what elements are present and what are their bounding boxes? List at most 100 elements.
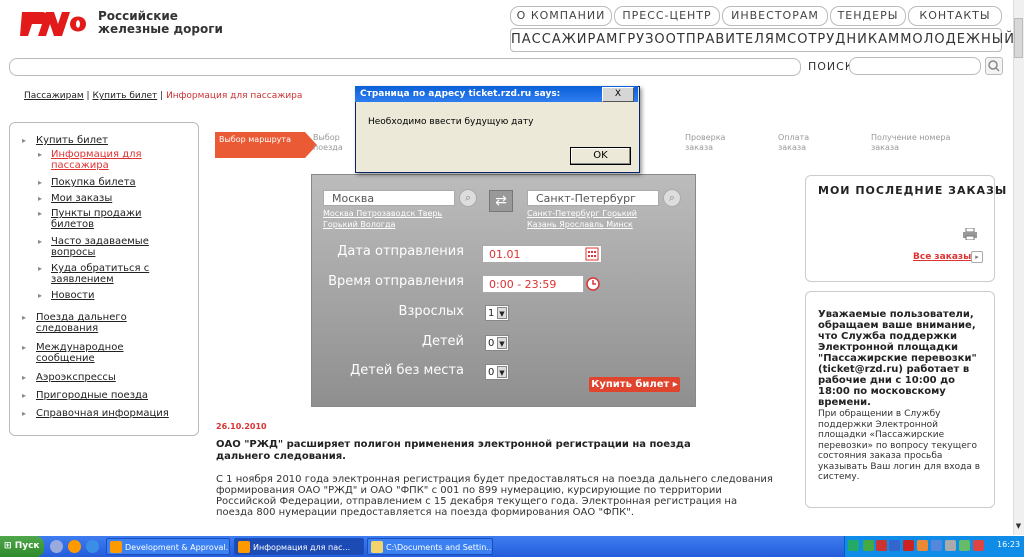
breadcrumb-passengers[interactable]: Пассажирам (24, 91, 84, 101)
close-icon[interactable]: X (602, 87, 634, 102)
sidebar-item-passenger-info[interactable]: Информация для пассажира (38, 149, 151, 171)
task-label: Информация для пас... (253, 543, 351, 552)
from-city-input[interactable]: Москва (323, 190, 455, 206)
sidebar-item-label[interactable]: Часто задаваемые вопросы (51, 236, 149, 258)
time-input[interactable]: 0:00 - 23:59 (482, 275, 584, 293)
tray-icon[interactable] (848, 540, 859, 551)
select-value: 1 (488, 308, 495, 319)
notice-text: При обращении в Службу поддержки Электро… (818, 409, 981, 482)
security-icon[interactable] (973, 540, 984, 551)
quick-link[interactable]: Минск (606, 220, 633, 229)
mainnav-shippers[interactable]: ГРУЗООТПРАВИТЕЛЯМ (618, 29, 787, 51)
sidebar-item-news[interactable]: Новости (38, 290, 181, 301)
tray-icon[interactable] (863, 540, 874, 551)
search-button[interactable] (985, 57, 1003, 75)
infants-select[interactable]: 0 ▼ (485, 364, 509, 380)
news-headline[interactable]: ОАО "РЖД" расширяет полигон применения э… (216, 439, 746, 463)
chevron-down-icon: ▼ (497, 337, 507, 349)
sidebar-item-label[interactable]: Купить билет (36, 135, 108, 146)
quick-link[interactable]: Горький (323, 220, 358, 229)
sidebar-item-label[interactable]: Покупка билета (51, 177, 136, 188)
tray-icon[interactable] (876, 540, 887, 551)
search-input[interactable] (849, 57, 981, 75)
language-icon[interactable] (903, 540, 914, 551)
topnav-company[interactable]: О КОМПАНИИ (510, 6, 612, 26)
breadcrumb-buy-ticket[interactable]: Купить билет (92, 91, 157, 101)
adults-select[interactable]: 1 ▼ (485, 305, 509, 321)
sidebar-item-international[interactable]: Международное сообщение (22, 342, 146, 364)
sidebar-item-purchase[interactable]: Покупка билета (38, 177, 181, 188)
sidebar-item-label[interactable]: Справочная информация (36, 408, 169, 419)
sidebar-item-complaint[interactable]: Куда обратиться с заявлением (38, 263, 161, 285)
task-label: C:\Documents and Settin... (386, 543, 493, 552)
sidebar-item-suburban[interactable]: Пригородные поезда (22, 390, 186, 401)
topnav-press[interactable]: ПРЕСС-ЦЕНТР (614, 6, 720, 26)
scroll-down-icon[interactable]: ▼ (1014, 522, 1023, 534)
quick-link[interactable]: Горький (602, 209, 637, 218)
sidebar-item-label[interactable]: Аэроэкспрессы (36, 372, 116, 383)
ok-button[interactable]: OK (570, 147, 631, 165)
topnav-investors[interactable]: ИНВЕСТОРАМ (722, 6, 828, 26)
network-icon[interactable] (931, 540, 942, 551)
quick-link[interactable]: Тверь (418, 209, 442, 218)
mainnav-youth[interactable]: МОЛОДЕЖНЫЙ (900, 29, 1015, 51)
task-passenger-info[interactable]: Информация для пас... (234, 538, 364, 555)
sidebar-item-label[interactable]: Информация для пассажира (51, 149, 142, 171)
step-payment: Оплата заказа (778, 133, 810, 152)
tray-icon[interactable] (889, 540, 900, 551)
from-search-icon[interactable]: ⌕ (459, 189, 477, 207)
topnav-tenders[interactable]: ТЕНДЕРЫ (830, 6, 906, 26)
children-select[interactable]: 0 ▼ (485, 335, 509, 351)
notice-bold-text: Уважаемые пользователи, обращаем ваше вн… (818, 309, 977, 408)
show-desktop-icon[interactable] (50, 540, 63, 553)
mainnav-employees[interactable]: СОТРУДНИКАМ (787, 29, 900, 51)
quick-link[interactable]: Москва (323, 209, 354, 218)
topnav-contacts[interactable]: КОНТАКТЫ (908, 6, 1002, 26)
clock-icon[interactable] (586, 277, 600, 291)
rzd-logo-icon[interactable] (18, 8, 88, 38)
sidebar-item-label[interactable]: Пригородные поезда (36, 390, 148, 401)
tray-icon[interactable] (917, 540, 928, 551)
sidebar-item-faq[interactable]: Часто задаваемые вопросы (38, 236, 161, 258)
swap-cities-button[interactable]: ⇄ (489, 190, 513, 212)
sidebar-item-label[interactable]: Куда обратиться с заявлением (51, 263, 149, 285)
to-search-icon[interactable]: ⌕ (663, 189, 681, 207)
quick-link[interactable]: Санкт-Петербург (527, 209, 600, 218)
all-orders-link[interactable]: Все заказы (913, 252, 971, 262)
sidebar-item-sale-points[interactable]: Пункты продажи билетов (38, 208, 161, 230)
quick-link[interactable]: Ярославль (559, 220, 604, 229)
quick-link[interactable]: Вологда (360, 220, 395, 229)
print-icon[interactable] (963, 228, 977, 240)
quick-link[interactable]: Казань (527, 220, 557, 229)
task-development[interactable]: Development & Approval... (106, 538, 230, 555)
clock[interactable]: 16:23 (997, 540, 1020, 549)
vertical-scrollbar[interactable] (1013, 0, 1024, 535)
start-button[interactable]: ⊞ Пуск (0, 536, 44, 557)
browser-quicklaunch-icon[interactable] (68, 540, 81, 553)
sidebar-item-label[interactable]: Пункты продажи билетов (51, 208, 141, 230)
mainnav-passengers[interactable]: ПАССАЖИРАМ (511, 29, 618, 51)
task-explorer[interactable]: C:\Documents and Settin... (367, 538, 493, 555)
sidebar-item-label[interactable]: Мои заказы (51, 193, 112, 204)
buy-ticket-button[interactable]: Купить билет ▸ (589, 377, 680, 392)
start-label: Пуск (14, 541, 40, 551)
sidebar-item-aeroexpress[interactable]: Аэроэкспрессы (22, 372, 186, 383)
sidebar-item-label[interactable]: Новости (51, 290, 94, 301)
sidebar-item-buy-ticket[interactable]: Купить билет (22, 135, 186, 146)
sidebar-item-label[interactable]: Международное сообщение (36, 342, 123, 364)
scrollbar-thumb[interactable] (1014, 18, 1023, 58)
date-input[interactable]: 01.01 (482, 245, 602, 263)
tray-icon[interactable] (945, 540, 956, 551)
to-city-input[interactable]: Санкт-Петербург (527, 190, 659, 206)
sidebar-item-my-orders[interactable]: Мои заказы (38, 193, 181, 204)
ie-quicklaunch-icon[interactable] (86, 540, 99, 553)
main-nav: ПАССАЖИРАМ ГРУЗООТПРАВИТЕЛЯМ СОТРУДНИКАМ… (510, 28, 1014, 52)
sidebar-item-label[interactable]: Поезда дальнего следования (36, 312, 127, 334)
tray-icon[interactable] (959, 540, 970, 551)
calendar-icon[interactable] (585, 247, 599, 261)
quick-link[interactable]: Петрозаводск (356, 209, 415, 218)
from-quick-links: Москва Петрозаводск Тверь Горький Вологд… (323, 208, 463, 230)
chevron-right-icon[interactable]: ▸ (971, 251, 983, 263)
sidebar-item-long-distance[interactable]: Поезда дальнего следования (22, 312, 146, 334)
sidebar-item-reference[interactable]: Справочная информация (22, 408, 196, 419)
